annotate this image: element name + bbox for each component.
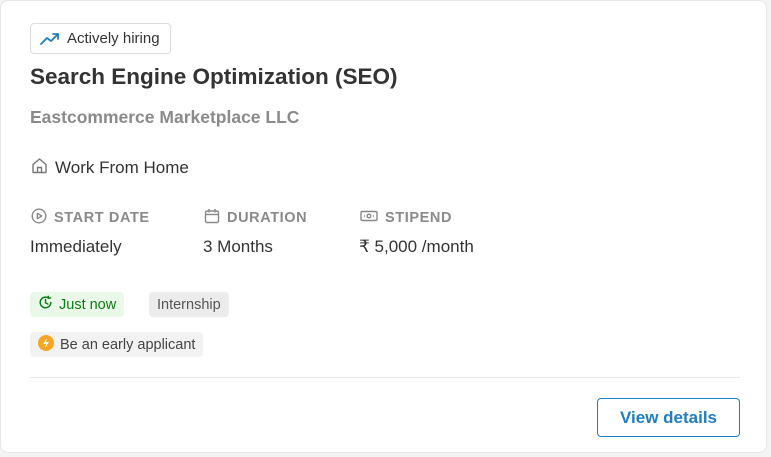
posted-time-tag: Just now	[30, 292, 125, 317]
internship-type-text: Internship	[157, 296, 221, 313]
stipend-label: STIPEND	[385, 210, 453, 226]
start-date-value: Immediately	[30, 237, 122, 256]
internship-card: Actively hiring Search Engine Optimizati…	[0, 0, 767, 453]
view-details-button[interactable]: View details	[597, 398, 740, 437]
lightning-icon	[38, 334, 54, 355]
money-icon	[360, 209, 378, 227]
trending-up-icon	[40, 32, 60, 46]
duration-value: 3 Months	[203, 237, 273, 256]
company-name[interactable]: Eastcommerce Marketplace LLC	[30, 107, 299, 128]
card-divider	[30, 377, 740, 378]
actively-hiring-badge: Actively hiring	[30, 23, 171, 54]
stipend-value: ₹ 5,000 /month	[359, 237, 474, 256]
internship-type-tag: Internship	[149, 292, 229, 317]
location-text: Work From Home	[55, 158, 189, 177]
posted-time-text: Just now	[59, 296, 117, 313]
job-title[interactable]: Search Engine Optimization (SEO)	[30, 64, 398, 90]
home-icon	[31, 157, 48, 179]
job-location: Work From Home	[31, 157, 189, 179]
duration-label: DURATION	[227, 210, 308, 226]
duration-block: DURATION 3 Months	[203, 208, 308, 257]
clock-icon	[38, 295, 53, 314]
start-date-label: START DATE	[54, 210, 150, 226]
actively-hiring-label: Actively hiring	[67, 30, 160, 47]
play-circle-icon	[31, 208, 47, 228]
start-date-block: START DATE Immediately	[30, 208, 150, 257]
early-applicant-tag: Be an early applicant	[30, 332, 204, 357]
early-applicant-text: Be an early applicant	[60, 336, 196, 353]
calendar-icon	[204, 208, 220, 228]
stipend-block: STIPEND ₹ 5,000 /month	[359, 208, 474, 257]
